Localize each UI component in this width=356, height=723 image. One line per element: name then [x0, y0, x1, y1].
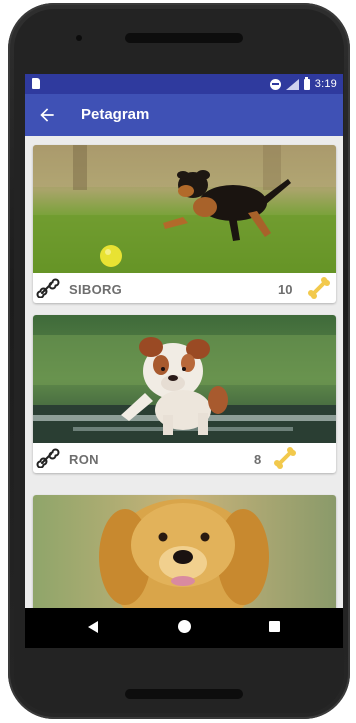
- earpiece-speaker: [125, 33, 243, 43]
- bone-outline-icon: [36, 278, 60, 298]
- bone-outline-icon: [36, 448, 60, 468]
- pet-card[interactable]: SIBORG 10: [33, 145, 336, 303]
- bone-gold-icon[interactable]: [273, 446, 297, 470]
- pet-likes-count: 8: [254, 452, 262, 467]
- nav-recents-icon[interactable]: [269, 621, 280, 632]
- signal-icon: [285, 78, 299, 90]
- app-bar: Petagram: [25, 94, 343, 136]
- battery-icon: [303, 76, 310, 90]
- pet-name: RON: [69, 452, 99, 467]
- status-bar: 3:19: [25, 74, 343, 94]
- nav-back-icon[interactable]: [88, 621, 98, 633]
- pet-likes-count: 10: [278, 282, 293, 297]
- status-icons: 3:19: [269, 76, 337, 91]
- navigation-bar: [25, 608, 343, 648]
- status-time: 3:19: [314, 78, 337, 90]
- pet-name: SIBORG: [69, 282, 123, 297]
- app-title: Petagram: [81, 106, 150, 123]
- bottom-speaker: [125, 689, 243, 699]
- pet-photo[interactable]: [33, 315, 336, 443]
- pet-card[interactable]: [33, 495, 336, 623]
- pet-card-footer: RON 8: [33, 443, 336, 473]
- bone-gold-icon[interactable]: [307, 276, 331, 300]
- pet-card-footer: SIBORG 10: [33, 273, 336, 303]
- sd-card-icon: [32, 78, 40, 89]
- device-screen: 3:19 Petagram SIBORG 10 RON 8: [25, 74, 343, 648]
- front-camera: [76, 35, 82, 41]
- nav-home-icon[interactable]: [178, 620, 191, 633]
- arrow-back-icon[interactable]: [37, 105, 57, 125]
- pet-photo[interactable]: [33, 145, 336, 273]
- do-not-disturb-icon: [269, 78, 281, 90]
- pet-card[interactable]: RON 8: [33, 315, 336, 473]
- pet-photo[interactable]: [33, 495, 336, 623]
